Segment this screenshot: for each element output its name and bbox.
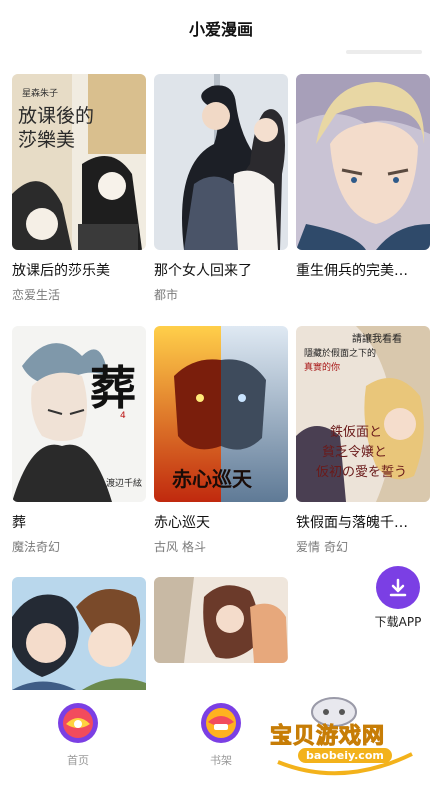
scroll-indicator [346,50,422,54]
comic-card[interactable] [154,577,288,663]
bookshelf-tab-icon[interactable] [200,702,242,744]
comic-tags: 恋爱生活 [12,286,146,303]
comic-cover-art [296,74,430,250]
comic-cover-art: 赤心巡天 [154,326,288,502]
app-header: 小爱漫画 [0,0,442,56]
comic-cover[interactable] [12,577,146,690]
comic-cover[interactable] [296,74,430,250]
comic-cover-art [12,577,146,690]
comic-tag: 恋爱生活 [12,288,61,302]
comic-cover[interactable] [154,577,288,663]
watermark-url: baobeiy.com [298,748,392,763]
cover-text: 葬 [90,361,136,415]
comic-tag: 奇幻 [324,540,349,554]
comic-cover-art: 請讓我看看 隱藏於假面之下的 真實的你 鉄仮面と 貧乏令嬢と 仮初の愛を誓う [296,326,430,502]
tab-bookshelf-label[interactable]: 书架 [210,752,232,768]
tab-home-label[interactable]: 首页 [67,752,89,768]
comic-card[interactable] [12,577,146,690]
cover-text: 鉄仮面と [330,425,382,440]
comic-cover[interactable]: 赤心巡天 [154,326,288,502]
comic-card[interactable]: 星森朱子 放课後的 莎樂美 放课后的莎乐美 恋爱生活 [12,74,146,303]
watermark-text: 宝贝游戏网 [269,724,386,750]
comic-card[interactable]: 葬 4 渡辺千絃 葬 魔法奇幻 [12,326,146,555]
cover-text: 渡辺千絃 [106,477,142,489]
comic-tag: 爱情 [296,540,321,554]
cover-text: 莎樂美 [18,129,75,151]
comic-card[interactable]: 赤心巡天 赤心巡天 古风 格斗 [154,326,288,555]
cover-text: 赤心巡天 [172,467,253,491]
comic-tag: 都市 [154,288,179,302]
cover-text: 真實的你 [304,361,340,373]
comic-cover[interactable] [154,74,288,250]
cover-text: 星森朱子 [22,87,58,99]
comic-cover[interactable]: 星森朱子 放课後的 莎樂美 [12,74,146,250]
comic-title[interactable]: 放课后的莎乐美 [12,260,146,280]
comic-cover[interactable]: 請讓我看看 隱藏於假面之下的 真實的你 鉄仮面と 貧乏令嬢と 仮初の愛を誓う [296,326,430,502]
home-tab-icon[interactable] [57,702,99,744]
comic-cover-art [154,577,288,663]
comic-title[interactable]: 赤心巡天 [154,512,288,532]
comic-title[interactable]: 那个女人回来了 [154,260,288,280]
cover-text: 隱藏於假面之下的 [304,347,376,359]
comic-tags: 爱情 奇幻 [296,538,430,555]
tab-home[interactable]: 首页 [48,702,108,768]
comic-card[interactable]: 重生佣兵的完美… [296,74,430,286]
cover-text: 貧乏令嬢と [322,445,387,460]
cover-text: 請讓我看看 [352,332,402,345]
cover-text: 放课後的 [18,105,94,127]
comic-cover-art: 星森朱子 放课後的 莎樂美 [12,74,146,250]
comic-title[interactable]: 重生佣兵的完美… [296,260,430,280]
download-app-button[interactable]: 下载APP [368,566,428,630]
download-icon[interactable] [376,566,420,609]
comic-tags: 都市 [154,286,288,303]
comic-tags: 古风 格斗 [154,538,288,555]
app-title: 小爱漫画 [188,20,253,39]
comic-tag: 古风 [154,540,179,554]
comic-title[interactable]: 铁假面与落魄千… [296,512,430,532]
comic-tag: 魔法奇幻 [12,540,61,554]
comic-card[interactable]: 請讓我看看 隱藏於假面之下的 真實的你 鉄仮面と 貧乏令嬢と 仮初の愛を誓う 铁… [296,326,430,555]
comic-title[interactable]: 葬 [12,512,146,532]
comic-cover-art: 葬 4 渡辺千絃 [12,326,146,502]
cover-text: 仮初の愛を誓う [316,465,407,480]
comic-tag: 格斗 [182,540,207,554]
tab-bookshelf[interactable]: 书架 [191,702,251,768]
download-app-label[interactable]: 下载APP [375,613,422,630]
watermark-logo: 宝贝游戏网 baobeiy.com [262,692,432,782]
comic-cover[interactable]: 葬 4 渡辺千絃 [12,326,146,502]
comic-cover-art [154,74,288,250]
comic-card[interactable]: 那个女人回来了 都市 [154,74,288,303]
comic-tags: 魔法奇幻 [12,538,146,555]
cover-text: 4 [120,411,126,421]
